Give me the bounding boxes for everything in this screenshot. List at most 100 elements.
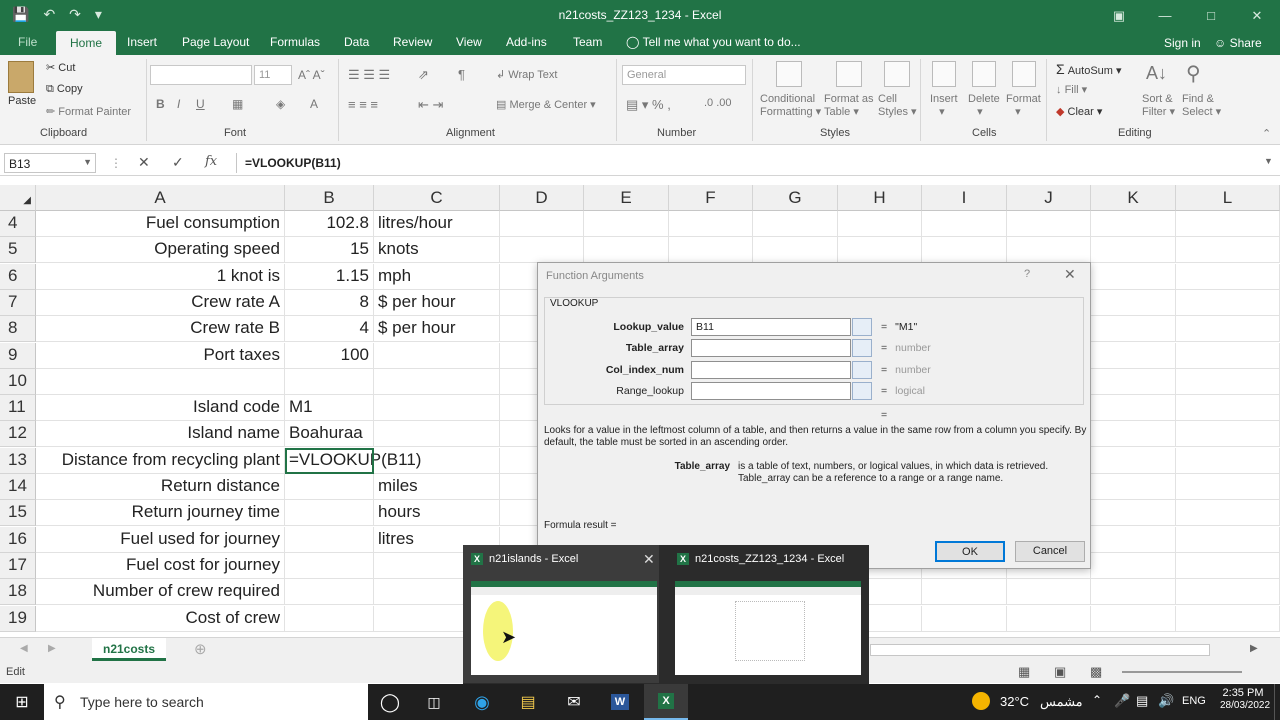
volume-icon[interactable]: 🔊 [1158,693,1174,709]
tab-add-ins[interactable]: Add-ins [506,35,547,49]
cell[interactable] [584,211,669,237]
orientation-icon[interactable]: ⇗ [418,67,429,83]
cell[interactable] [500,237,584,264]
horizontal-scrollbar[interactable] [870,644,1210,656]
format-cells-button[interactable]: Format ▾ [1006,93,1041,118]
find-select-button[interactable]: Find & Select ▾ [1182,93,1221,118]
cell-c[interactable] [374,342,500,369]
collapse-dialog-icon[interactable] [852,318,872,336]
cell[interactable] [1091,421,1176,448]
cell-b[interactable] [285,500,374,527]
sign-in-link[interactable]: Sign in [1164,36,1201,50]
find-select-icon[interactable]: ⚲ [1186,61,1201,86]
cell[interactable] [1091,368,1176,395]
align-top-icon[interactable]: ☰ ☰ ☰ [348,67,390,83]
cell-c[interactable]: $ per hour [374,316,500,343]
cell-a[interactable]: Distance from recycling plant [36,447,285,474]
cortana-icon[interactable]: ◯ [368,684,412,720]
cell[interactable] [922,237,1007,264]
format-as-table-icon[interactable] [836,61,862,87]
align-left-icon[interactable]: ≡ ≡ ≡ [348,97,378,112]
cell[interactable] [584,237,669,264]
collapse-ribbon-icon[interactable]: ⌃ [1262,127,1271,140]
autosum-button[interactable]: Σ AutoSum ▾ [1056,61,1122,77]
ribbon-display-icon[interactable]: ▣ [1096,0,1142,31]
cell[interactable] [1091,552,1176,579]
close-button[interactable]: ✕ [1234,0,1280,31]
language-indicator[interactable]: ENG [1182,695,1206,707]
maximize-button[interactable]: □ [1188,0,1234,31]
cell-styles-button[interactable]: Cell Styles ▾ [878,93,917,118]
format-as-table-button[interactable]: Format as Table ▾ [824,93,874,118]
network-icon[interactable]: ▤ [1136,693,1148,709]
arg-input-table-array[interactable] [691,339,851,357]
cell-a[interactable]: Crew rate B [36,316,285,343]
cell-b[interactable] [285,605,374,632]
cell[interactable] [1176,289,1280,316]
collapse-dialog-icon[interactable] [852,361,872,379]
fill-color-icon[interactable]: ◈ [276,97,285,111]
font-name-combo[interactable] [150,65,252,85]
cell[interactable] [1007,605,1091,632]
column-header-l[interactable]: L [1176,185,1280,211]
tab-data[interactable]: Data [344,35,369,49]
row-header[interactable]: 15 [0,500,36,527]
cell[interactable] [1007,237,1091,264]
column-header-b[interactable]: B [285,185,374,211]
font-color-icon[interactable]: A [310,97,318,111]
column-header-k[interactable]: K [1091,185,1176,211]
word-icon[interactable]: W [598,684,642,720]
cell[interactable] [1091,395,1176,422]
arg-input-lookup-value[interactable]: B11 [691,318,851,336]
cell[interactable] [500,211,584,237]
tell-me-box[interactable]: ◯ Tell me what you want to do... [626,35,801,49]
cell[interactable] [1091,342,1176,369]
cell[interactable] [1176,474,1280,500]
tab-formulas[interactable]: Formulas [270,35,320,49]
row-header[interactable]: 14 [0,474,36,500]
tab-team[interactable]: Team [573,35,602,49]
cell-c[interactable]: mph [374,263,500,290]
cell-c[interactable]: miles [374,474,500,500]
cell[interactable] [1176,342,1280,369]
cell[interactable] [1091,316,1176,343]
cell[interactable] [1007,211,1091,237]
tab-home[interactable]: Home [56,31,117,55]
cell[interactable] [1091,447,1176,474]
sort-filter-icon[interactable]: A↓ [1146,63,1167,84]
cell[interactable] [1176,447,1280,474]
row-header[interactable]: 10 [0,368,36,395]
expand-formula-icon[interactable]: ▼ [1264,156,1273,166]
cell[interactable] [1007,579,1091,606]
edge-icon[interactable]: ◉ [460,684,504,720]
cell[interactable] [1176,552,1280,579]
cell-c[interactable] [374,447,500,474]
taskbar-search-box[interactable]: ⚲ Type here to search [44,684,368,720]
cell-a[interactable]: Port taxes [36,342,285,369]
cell-a[interactable]: Fuel cost for journey [36,552,285,579]
row-header[interactable]: 16 [0,526,36,553]
cell[interactable] [1176,579,1280,606]
cell-a[interactable]: Cost of crew [36,605,285,632]
tab-insert[interactable]: Insert [127,35,157,49]
cell-a[interactable]: Number of crew required [36,579,285,606]
mail-icon[interactable]: ✉ [552,684,596,720]
cell-a[interactable] [36,368,285,395]
paste-button[interactable]: Paste [8,95,36,107]
cell-b[interactable] [285,474,374,500]
tab-page-layout[interactable]: Page Layout [182,35,249,49]
cell-c[interactable]: knots [374,237,500,264]
cell-b[interactable]: Boahuraa [285,421,374,448]
cell[interactable] [922,605,1007,632]
cell-a[interactable]: Island code [36,395,285,422]
cell[interactable] [1091,289,1176,316]
cell[interactable] [669,237,753,264]
column-header-g[interactable]: G [753,185,838,211]
row-header[interactable]: 4 [0,211,36,237]
row-header[interactable]: 13 [0,447,36,474]
bold-icon[interactable]: B [156,97,165,111]
collapse-dialog-icon[interactable] [852,339,872,357]
cell-a[interactable]: Island name [36,421,285,448]
cell[interactable] [922,579,1007,606]
task-view-icon[interactable]: ◫ [412,684,456,720]
